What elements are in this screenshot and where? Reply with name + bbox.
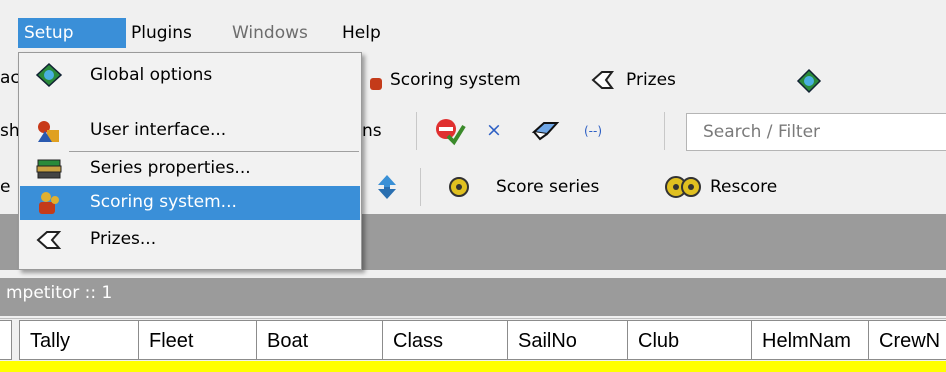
menu-item-series-properties[interactable]: Series properties... — [20, 152, 360, 186]
scoring-system-button[interactable]: Scoring system — [390, 70, 521, 90]
toolbar-partial-label[interactable]: ns — [362, 121, 382, 141]
globe-icon[interactable] — [796, 68, 822, 94]
toolbar-separator — [420, 168, 421, 206]
menu-item-label: Global options — [90, 65, 213, 85]
column-header-fleet[interactable]: Fleet — [138, 320, 257, 360]
toolbar-partial-text: e — [0, 177, 11, 197]
prizes-button[interactable]: Prizes — [626, 70, 676, 90]
tag-icon[interactable] — [590, 68, 616, 92]
people-icon — [370, 78, 382, 90]
toolbar-separator — [416, 112, 417, 150]
menu-item-label: User interface... — [90, 120, 227, 140]
menu-item-global-options[interactable]: Global options — [20, 59, 360, 93]
column-header-club[interactable]: Club — [627, 320, 752, 360]
column-header-helmname[interactable]: HelmNam — [751, 320, 871, 360]
competitor-panel-header — [0, 278, 946, 316]
toolbar-partial-text: ac — [0, 68, 20, 88]
toolbar-partial-text: sh — [0, 121, 20, 141]
menu-setup[interactable]: Setup — [18, 18, 126, 48]
toolbar-separator — [664, 112, 665, 150]
menu-help[interactable]: Help — [342, 18, 381, 48]
column-header-class[interactable]: Class — [382, 320, 508, 360]
column-header-tally[interactable]: Tally — [19, 320, 142, 360]
menu-item-user-interface[interactable]: User interface... — [20, 114, 360, 148]
menu-item-label: Series properties... — [90, 158, 251, 178]
setup-dropdown-menu: Global options User interface... Series … — [18, 52, 362, 270]
column-header-sailno[interactable]: SailNo — [507, 320, 628, 360]
filter-toggle-icon[interactable]: (--) — [584, 124, 602, 138]
menu-bar: Setup Plugins Windows Help — [0, 0, 946, 60]
books-icon — [36, 159, 62, 179]
table-row[interactable] — [0, 361, 946, 372]
score-series-button[interactable]: Score series — [496, 177, 599, 197]
column-header-crewname[interactable]: CrewN — [868, 320, 946, 360]
no-entry-check-icon[interactable] — [434, 116, 466, 146]
shapes-icon — [38, 121, 59, 142]
menu-windows[interactable]: Windows — [232, 18, 308, 48]
clear-icon[interactable]: × — [486, 119, 502, 141]
column-header-boat[interactable]: Boat — [256, 320, 383, 360]
gear-icon[interactable] — [446, 176, 472, 198]
table-row-selector-header — [0, 320, 12, 360]
sort-arrows-icon[interactable] — [376, 174, 398, 200]
globe-icon — [35, 62, 63, 88]
gears-icon[interactable] — [664, 174, 702, 200]
eraser-icon[interactable] — [530, 120, 560, 142]
search-input[interactable]: Search / Filter — [686, 113, 946, 151]
menu-plugins[interactable]: Plugins — [131, 18, 192, 48]
menu-item-label: Scoring system... — [90, 192, 237, 212]
tag-icon — [36, 231, 62, 249]
menu-item-scoring-system[interactable]: Scoring system... — [20, 186, 360, 220]
panel-divider — [0, 270, 946, 278]
menu-item-label: Prizes... — [90, 229, 157, 249]
people-icon — [39, 192, 59, 214]
menu-item-prizes[interactable]: Prizes... — [20, 223, 360, 257]
rescore-button[interactable]: Rescore — [710, 177, 777, 197]
competitor-count-label: mpetitor :: 1 — [6, 283, 113, 303]
